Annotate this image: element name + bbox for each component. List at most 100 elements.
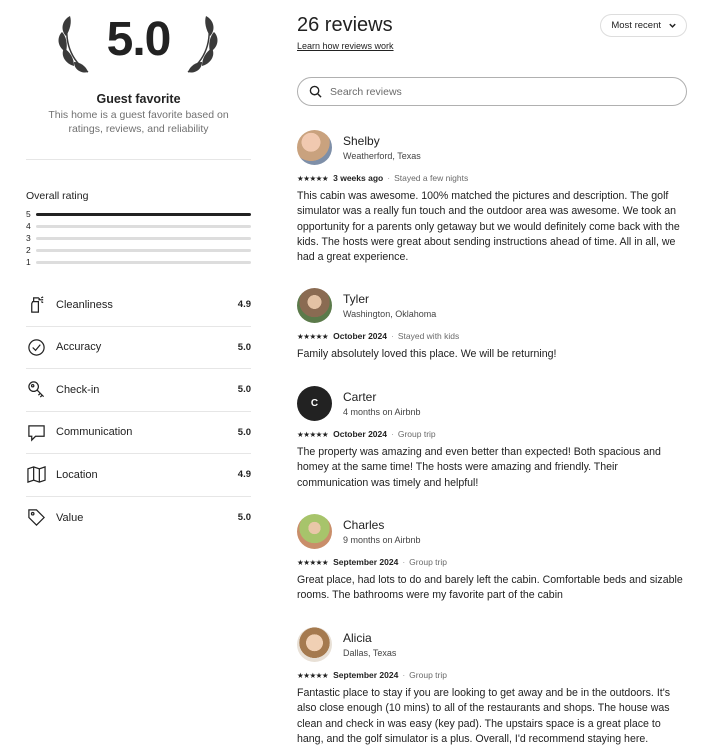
review-date: 3 weeks ago [333,173,384,183]
rating-bar-track [36,260,251,264]
stay-type: Stayed with kids [397,331,460,341]
rating-bar-row: 1 [26,256,251,268]
stay-type: Stayed a few nights [394,173,469,183]
reviewer-info: Shelby Weatherford, Texas [343,134,421,161]
reviewer-info: Alicia Dallas, Texas [343,631,396,658]
right-laurel-icon [187,16,218,73]
review-meta: ★★★★★ 3 weeks ago · Stayed a few nights [297,173,689,183]
review-text: Fantastic place to stay if you are looki… [297,687,671,745]
avatar[interactable] [297,626,332,662]
rating-bar-track [36,236,251,240]
category-label: Cleanliness [56,298,113,311]
reviewer-name: Shelby [343,133,380,148]
learn-how-reviews-work-link[interactable]: Learn how reviews work [297,41,394,51]
review-header: Alicia Dallas, Texas [297,626,689,662]
rating-bar-label: 3 [26,233,31,243]
review-text: Great place, had lots to do and barely l… [297,574,683,602]
category-label: Location [56,468,98,481]
category-score: 5.0 [237,512,251,524]
rating-bar-label: 2 [26,245,31,255]
review-meta: ★★★★★ September 2024 · Group trip [297,670,689,680]
reviewer-info: Carter 4 months on Airbnb [343,390,421,417]
search-reviews-input[interactable] [330,85,660,98]
review-header: Tyler Washington, Oklahoma [297,287,689,323]
rating-bar-label: 1 [26,257,31,267]
reviewer-name: Alicia [343,630,372,645]
search-icon [309,85,322,98]
category-location: Location 4.9 [26,454,251,497]
review-date: October 2024 [333,429,387,439]
rating-summary-panel: 5.0 Guest favorite This home is a guest … [26,0,251,539]
category-label: Accuracy [56,341,102,354]
star-rating: ★★★★★ [297,557,329,567]
chat-bubble-icon [26,422,46,442]
separator-dot: · [402,557,406,567]
map-icon [26,465,46,485]
rating-bar-track [36,224,251,228]
check-circle-icon [26,337,46,357]
avatar-initial: C [310,397,319,409]
category-label: Check-in [56,383,100,396]
reviewer-info: Tyler Washington, Oklahoma [343,292,436,319]
rating-bar-label: 4 [26,221,31,231]
spray-bottle-icon [26,295,46,315]
separator-dot: · [391,429,394,439]
tag-icon [26,508,46,528]
category-label: Value [56,511,84,524]
category-score: 4.9 [237,469,251,481]
avatar[interactable]: C [297,385,332,421]
sort-dropdown[interactable]: Most recent [600,14,687,37]
avatar[interactable] [297,513,332,549]
rating-bar-row: 5 [26,208,251,220]
reviewer-location: Washington, Oklahoma [343,308,437,319]
category-score: 4.9 [237,299,251,311]
category-score: 5.0 [237,341,251,353]
rating-bar-row: 4 [26,220,251,232]
rating-bar-row: 3 [26,232,251,244]
reviewer-name: Charles [343,517,385,532]
review-header: C Carter 4 months on Airbnb [297,385,689,421]
reviewer-location: 4 months on Airbnb [343,406,421,417]
reviewer-location: Weatherford, Texas [343,150,421,161]
rating-bar-fill [36,212,251,216]
reviewer-name: Tyler [343,291,370,306]
separator-dot: · [387,173,391,183]
guest-favorite-badge: 5.0 [26,0,251,84]
category-label: Communication [56,426,133,439]
reviewer-location: 9 months on Airbnb [343,534,421,545]
review-date: September 2024 [333,670,399,680]
star-rating: ★★★★★ [297,429,329,439]
avatar[interactable] [297,129,332,165]
review-item: Alicia Dallas, Texas ★★★★★ September 202… [297,626,689,747]
review-date: October 2024 [333,331,387,341]
category-check-in: Check-in 5.0 [26,369,251,412]
review-text: This cabin was awesome. 100% matched the… [297,190,680,264]
reviewer-location: Dallas, Texas [343,647,397,658]
category-cleanliness: Cleanliness 4.9 [26,284,251,327]
rating-bar-track [36,248,251,252]
review-item: Shelby Weatherford, Texas ★★★★★ 3 weeks … [297,129,689,265]
separator-dot: · [391,331,394,341]
guest-favorite-subtitle: This home is a guest favorite based on r… [48,109,229,135]
review-item: Tyler Washington, Oklahoma ★★★★★ October… [297,287,689,362]
stay-type: Group trip [409,557,447,567]
star-rating: ★★★★★ [297,331,329,341]
reviews-count-title: 26 reviews [297,14,393,36]
search-reviews-box[interactable] [297,77,687,106]
review-text: Family absolutely loved this place. We w… [297,348,557,360]
rating-bar-row: 2 [26,244,251,256]
review-meta: ★★★★★ October 2024 · Group trip [297,429,689,439]
review-meta: ★★★★★ September 2024 · Group trip [297,557,689,567]
category-value: Value 5.0 [26,497,251,540]
category-score: 5.0 [237,384,251,396]
review-item: Charles 9 months on Airbnb ★★★★★ Septemb… [297,513,689,604]
star-rating: ★★★★★ [297,173,329,183]
category-communication: Communication 5.0 [26,412,251,454]
chevron-down-icon [669,23,676,28]
avatar[interactable] [297,287,332,323]
rating-bar-label: 5 [26,209,31,219]
review-date: September 2024 [333,557,399,567]
separator-dot: · [402,670,406,680]
category-accuracy: Accuracy 5.0 [26,327,251,369]
rating-bar-track [36,212,251,216]
